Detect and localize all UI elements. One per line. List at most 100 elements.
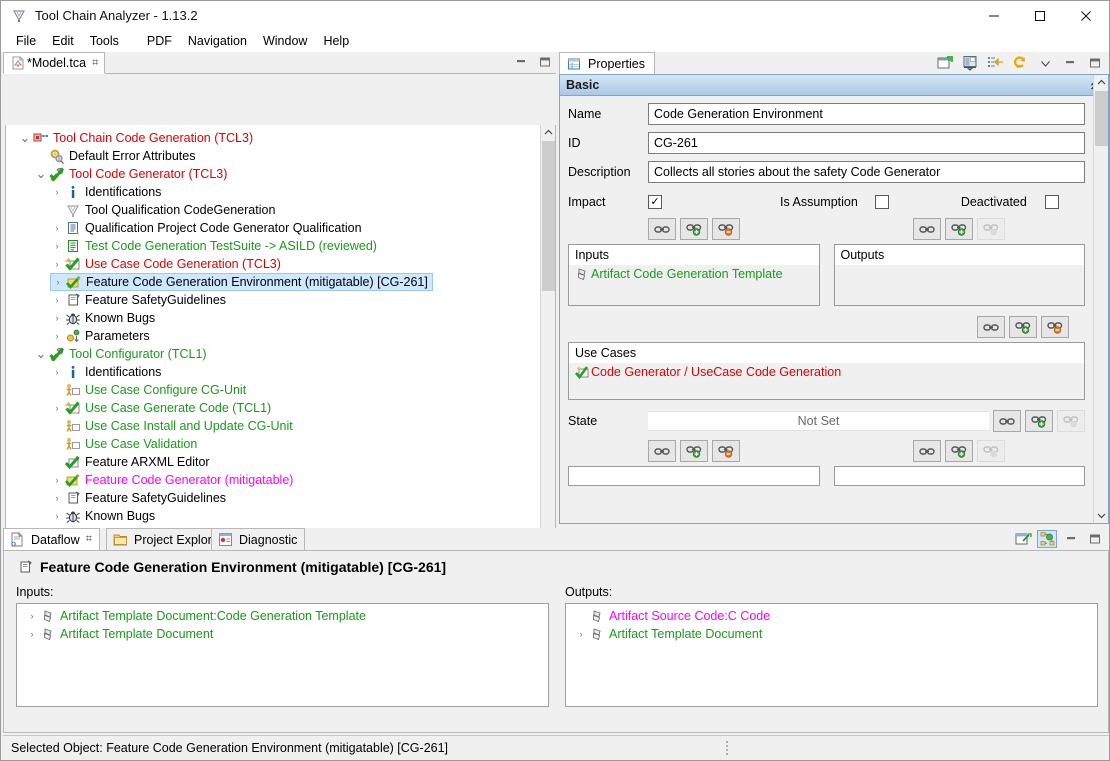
tree-item[interactable]: › Test Code Generation TestSuite -> ASILD… <box>6 237 542 255</box>
outputs-listbox[interactable]: Outputs <box>833 244 1085 306</box>
properties-scroll-thumb[interactable] <box>1095 91 1108 146</box>
tree-item[interactable]: ⌄ Tool Chain Code Generation (TCL3) <box>6 129 542 147</box>
show-graph-icon[interactable] <box>1037 530 1057 548</box>
dataflow-expand-arrow[interactable]: › <box>25 611 39 621</box>
tree-item[interactable]: › Qualification Project Code Generator Qu… <box>6 219 542 237</box>
state-link-icon[interactable] <box>993 410 1021 432</box>
tree-expand-arrow[interactable]: › <box>50 367 64 377</box>
tree-scrollbar[interactable] <box>540 125 555 551</box>
tree-item[interactable]: Feature ARXML Editor <box>6 453 542 471</box>
filter-icon[interactable] <box>985 54 1005 72</box>
properties-minimize-icon[interactable] <box>1060 54 1080 72</box>
dataflow-outputs-box[interactable]: Artifact Source Code:C Code › Artifact Tem… <box>565 603 1098 707</box>
basic-section-header[interactable]: Basic <box>560 75 1108 96</box>
outputs-link-icon[interactable] <box>913 218 942 240</box>
dataflow-input-row[interactable]: › Artifact Template Document <box>17 625 548 643</box>
model-tree[interactable]: ⌄ Tool Chain Code Generation (TCL3) Defaul… <box>5 125 556 553</box>
tree-expand-arrow[interactable]: ⌄ <box>34 347 48 360</box>
properties-scrollbar[interactable] <box>1093 75 1108 523</box>
menu-edit[interactable]: Edit <box>44 32 82 50</box>
tree-scroll-up-icon[interactable] <box>541 125 555 140</box>
menu-tools[interactable]: Tools <box>82 32 127 50</box>
tree-expand-arrow[interactable]: › <box>50 475 64 485</box>
state-value[interactable]: Not Set <box>648 411 989 431</box>
tree-item[interactable]: ⌄ Tool Configurator (TCL1) <box>6 345 542 363</box>
usecases-remove-link-icon[interactable] <box>1041 316 1069 338</box>
tree-item[interactable]: Use Case Install and Update CG-Unit <box>6 417 542 435</box>
dataflow-inputs-box[interactable]: › Artifact Template Document:Code Generat… <box>16 603 549 707</box>
maximize-button[interactable] <box>1017 1 1063 30</box>
restricted-add-link-icon[interactable] <box>945 440 974 462</box>
close-button[interactable] <box>1063 1 1109 30</box>
tree-expand-arrow[interactable]: › <box>50 223 64 233</box>
editor-tab-close-icon[interactable]: ⌗ <box>92 57 98 70</box>
editor-maximize-icon[interactable] <box>538 55 552 69</box>
tree-item[interactable]: › Known Bugs <box>6 507 542 525</box>
mitigation-listbox[interactable] <box>568 466 820 486</box>
tree-expand-arrow[interactable]: › <box>51 277 65 287</box>
tree-item[interactable]: Default Error Attributes <box>6 147 542 165</box>
tree-item[interactable]: › Use Case Generate Code (TCL1) <box>6 399 542 417</box>
dataflow-input-row[interactable]: › Artifact Template Document:Code Generat… <box>17 607 548 625</box>
status-bar-grip[interactable] <box>725 740 729 756</box>
menu-window[interactable]: Window <box>255 32 315 50</box>
usecases-add-link-icon[interactable] <box>1009 316 1037 338</box>
inputs-link-icon[interactable] <box>647 218 676 240</box>
editor-minimize-icon[interactable] <box>514 55 528 69</box>
tree-expand-arrow[interactable]: › <box>50 313 64 323</box>
tree-item[interactable]: › Feature SafetyGuidelines <box>6 291 542 309</box>
restricted-listbox[interactable] <box>833 466 1085 486</box>
tree-expand-arrow[interactable]: › <box>50 295 64 305</box>
dataflow-output-row[interactable]: › Artifact Template Document <box>566 625 1097 643</box>
editor-tab-model[interactable]: *Model.tca ⌗ <box>3 52 106 74</box>
tab-dataflow-close-icon[interactable]: ⌗ <box>86 533 92 546</box>
new-view-icon[interactable] <box>935 54 955 72</box>
tree-expand-arrow[interactable]: ⌄ <box>34 167 48 180</box>
state-add-link-icon[interactable] <box>1025 410 1053 432</box>
tab-dataflow[interactable]: Dataflow ⌗ <box>3 528 100 550</box>
inputs-list-item[interactable]: Artifact Code Generation Template <box>569 265 819 283</box>
tab-properties[interactable]: Properties <box>559 52 655 74</box>
dataflow-expand-arrow[interactable]: › <box>574 629 588 639</box>
deactivated-checkbox[interactable] <box>1044 195 1059 209</box>
tree-item[interactable]: › Known Bugs <box>6 309 542 327</box>
dataflow-output-row[interactable]: Artifact Source Code:C Code <box>566 607 1097 625</box>
tree-item[interactable]: Tool Qualification CodeGeneration <box>6 201 542 219</box>
tree-item[interactable]: › Identifications <box>6 183 542 201</box>
restricted-link-icon[interactable] <box>913 440 942 462</box>
tree-item-selected[interactable]: › Feature Code Generation Environment (mi… <box>50 273 433 291</box>
inputs-listbox[interactable]: Inputs Artifact Code Generation Template <box>568 244 820 306</box>
usecases-link-icon[interactable] <box>977 316 1005 338</box>
tree-item[interactable]: Use Case Validation <box>6 435 542 453</box>
mitigation-add-link-icon[interactable] <box>679 440 708 462</box>
tree-item[interactable]: › Parameters <box>6 327 542 345</box>
menu-pdf[interactable]: PDF <box>139 32 180 50</box>
name-input[interactable] <box>648 103 1085 125</box>
tree-expand-arrow[interactable]: › <box>50 259 64 269</box>
impact-checkbox[interactable]: ✓ <box>648 195 662 209</box>
inputs-add-link-icon[interactable] <box>679 218 708 240</box>
description-input[interactable] <box>648 161 1085 183</box>
mitigation-remove-link-icon[interactable] <box>711 440 740 462</box>
properties-maximize-icon[interactable] <box>1085 54 1105 72</box>
properties-scroll-up-icon[interactable] <box>1094 75 1108 90</box>
outputs-add-link-icon[interactable] <box>945 218 974 240</box>
mitigation-link-icon[interactable] <box>647 440 676 462</box>
bottom-maximize-icon[interactable] <box>1085 530 1105 548</box>
id-input[interactable] <box>648 132 1085 154</box>
tree-expand-arrow[interactable]: ⌄ <box>18 131 32 144</box>
tree-item[interactable]: › Feature SafetyGuidelines <box>6 489 542 507</box>
link-editor-icon[interactable] <box>1013 530 1033 548</box>
usecases-listbox[interactable]: Use Cases Code Generator / UseCase Code … <box>568 342 1085 400</box>
tree-expand-arrow[interactable]: › <box>50 241 64 251</box>
view-menu-icon[interactable] <box>1035 54 1055 72</box>
tab-diagnostic[interactable]: Diagnostic <box>211 528 306 550</box>
tree-expand-arrow[interactable]: › <box>50 493 64 503</box>
tree-item[interactable]: Use Case Configure CG-Unit <box>6 381 542 399</box>
minimize-button[interactable] <box>971 1 1017 30</box>
usecases-list-item[interactable]: Code Generator / UseCase Code Generation <box>569 363 1084 381</box>
menu-help[interactable]: Help <box>315 32 357 50</box>
tree-item[interactable]: ⌄ Tool Code Generator (TCL3) <box>6 165 542 183</box>
tree-expand-arrow[interactable]: › <box>50 331 64 341</box>
tree-item[interactable]: › Identifications <box>6 363 542 381</box>
